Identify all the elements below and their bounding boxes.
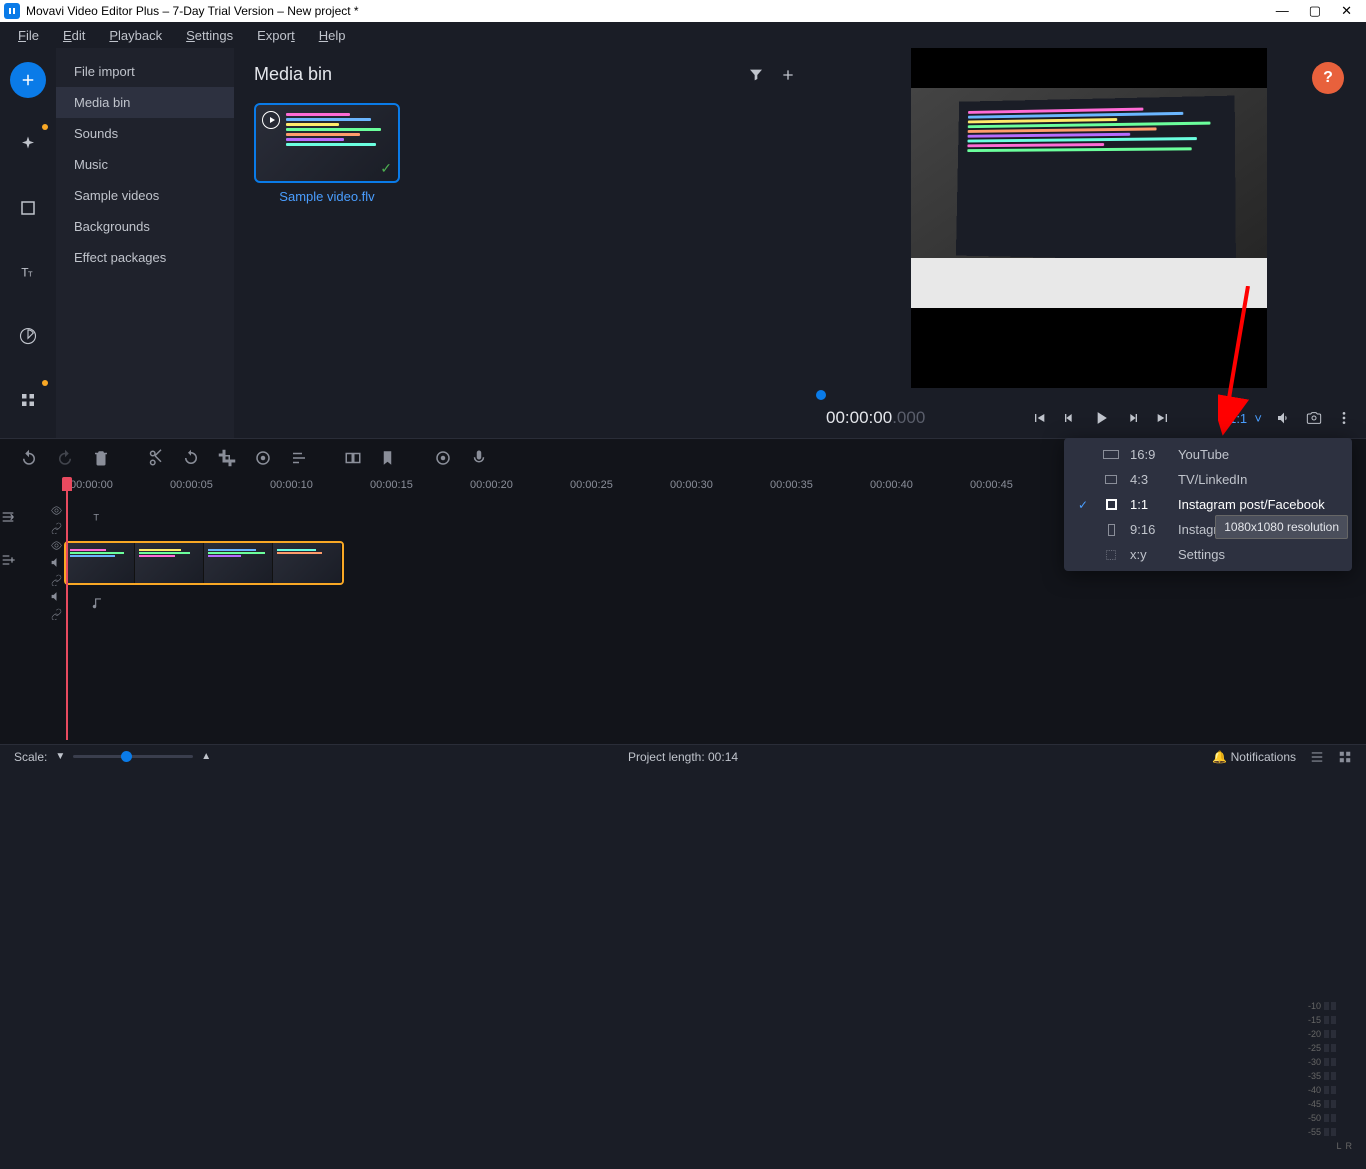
link-icon[interactable] (50, 607, 63, 620)
transition-wizard-icon[interactable] (344, 449, 362, 467)
link-icon[interactable] (50, 521, 63, 534)
split-icon[interactable] (146, 449, 164, 467)
sidepanel-sample-videos[interactable]: Sample videos (56, 180, 234, 211)
help-button[interactable]: ? (1312, 62, 1344, 94)
panel-heading: Media bin (254, 64, 732, 85)
text-track-icon: T (91, 510, 105, 524)
media-bin-panel: Media bin ✓ Sample video.flv (234, 48, 816, 438)
record-video-icon[interactable] (434, 449, 452, 467)
add-media-icon[interactable] (780, 67, 796, 83)
playhead[interactable] (62, 477, 72, 491)
notifications-button[interactable]: 🔔 Notifications (1212, 750, 1296, 764)
window-title: Movavi Video Editor Plus – 7-Day Trial V… (26, 4, 1276, 18)
track-audio (0, 587, 1366, 623)
menu-help[interactable]: Help (307, 24, 358, 47)
titlebar: Movavi Video Editor Plus – 7-Day Trial V… (0, 0, 1366, 22)
clip-properties-icon[interactable] (290, 449, 308, 467)
delete-icon[interactable] (92, 449, 110, 467)
snapshot-icon[interactable] (1306, 410, 1322, 426)
record-audio-icon[interactable] (470, 449, 488, 467)
menu-settings[interactable]: Settings (174, 24, 245, 47)
sidepanel-file-import[interactable]: File import (56, 56, 234, 87)
aspect-16-9[interactable]: 16:9YouTube (1064, 442, 1352, 467)
mute-icon[interactable] (50, 590, 63, 603)
tool-import[interactable] (10, 62, 46, 98)
tool-filters[interactable] (10, 126, 46, 162)
marker-icon[interactable] (380, 449, 398, 467)
preview-video[interactable] (911, 48, 1267, 388)
sidebar-tools: TT (0, 48, 56, 438)
play-icon[interactable] (1091, 408, 1111, 428)
color-adjust-icon[interactable] (254, 449, 272, 467)
more-icon[interactable] (1336, 410, 1352, 426)
preview-pane: 00:00:00.000 1:1 ˅ (816, 48, 1366, 438)
crop-icon[interactable] (218, 449, 236, 467)
aspect-tooltip: 1080x1080 resolution (1215, 515, 1348, 539)
undo-icon[interactable] (20, 449, 38, 467)
check-icon: ✓ (380, 160, 392, 177)
link-icon[interactable] (50, 573, 63, 586)
eye-icon[interactable] (50, 539, 63, 552)
menu-playback[interactable]: Playback (97, 24, 174, 47)
scale-label: Scale: (14, 750, 47, 764)
menu-file[interactable]: File (6, 24, 51, 47)
preview-time: 00:00:00.000 (826, 408, 925, 429)
add-track-icon[interactable] (0, 552, 16, 568)
aspect-4-3[interactable]: 4:3TV/LinkedIn (1064, 467, 1352, 492)
add-track-icon[interactable] (0, 509, 16, 525)
storyboard-view-icon[interactable] (1338, 750, 1352, 764)
svg-text:T: T (28, 270, 33, 279)
aspect-ratio-menu: 16:9YouTube 4:3TV/LinkedIn ✓ 1:1Instagra… (1064, 438, 1352, 571)
audio-meter: -10 -15 -20 -25 -30 -35 -40 -45 -50 -55 … (1302, 999, 1358, 1169)
statusbar: Scale: ▼ ▲ Project length: 00:14 🔔 Notif… (0, 744, 1366, 768)
scrub-bar[interactable] (816, 393, 1366, 397)
scale-down-icon[interactable]: ▼ (55, 751, 65, 762)
tool-titles[interactable]: TT (10, 254, 46, 290)
menu-edit[interactable]: Edit (51, 24, 97, 47)
eye-icon[interactable] (50, 504, 63, 517)
music-track-icon (91, 596, 105, 610)
maximize-button[interactable]: ▢ (1309, 3, 1321, 19)
sidepanel-music[interactable]: Music (56, 149, 234, 180)
tool-transitions[interactable] (10, 190, 46, 226)
prev-frame-icon[interactable] (1061, 410, 1077, 426)
svg-text:T: T (93, 512, 99, 522)
media-item-label: Sample video.flv (254, 189, 400, 204)
aspect-1-1[interactable]: ✓ 1:1Instagram post/Facebook (1064, 492, 1352, 517)
preview-controls: 00:00:00.000 1:1 ˅ (816, 398, 1366, 438)
aspect-ratio-button[interactable]: 1:1 ˅ (1229, 411, 1262, 426)
tool-stickers[interactable] (10, 318, 46, 354)
scale-slider[interactable] (73, 755, 193, 758)
sidepanel-sounds[interactable]: Sounds (56, 118, 234, 149)
tool-more[interactable] (10, 382, 46, 418)
prev-clip-icon[interactable] (1031, 410, 1047, 426)
next-frame-icon[interactable] (1125, 410, 1141, 426)
timeline-view-icon[interactable] (1310, 750, 1324, 764)
play-overlay-icon (262, 111, 280, 129)
media-item[interactable]: ✓ Sample video.flv (254, 103, 400, 204)
video-clip[interactable] (64, 541, 344, 585)
filter-icon[interactable] (748, 67, 764, 83)
minimize-button[interactable]: — (1276, 3, 1289, 19)
menu-export[interactable]: Export (245, 24, 307, 47)
rotate-icon[interactable] (182, 449, 200, 467)
project-length: Project length: 00:14 (628, 750, 738, 764)
redo-icon[interactable] (56, 449, 74, 467)
sidepanel-effect-packages[interactable]: Effect packages (56, 242, 234, 273)
volume-icon[interactable] (1276, 410, 1292, 426)
next-clip-icon[interactable] (1155, 410, 1171, 426)
aspect-settings[interactable]: x:ySettings (1064, 542, 1352, 567)
mute-icon[interactable] (50, 556, 63, 569)
app-icon (4, 3, 20, 19)
sidepanel-media-bin[interactable]: Media bin (56, 87, 234, 118)
menubar: File Edit Playback Settings Export Help (0, 22, 1366, 48)
scale-up-icon[interactable]: ▲ (201, 751, 211, 762)
side-panel: File import Media bin Sounds Music Sampl… (56, 48, 234, 438)
sidepanel-backgrounds[interactable]: Backgrounds (56, 211, 234, 242)
close-button[interactable]: ✕ (1341, 3, 1352, 19)
